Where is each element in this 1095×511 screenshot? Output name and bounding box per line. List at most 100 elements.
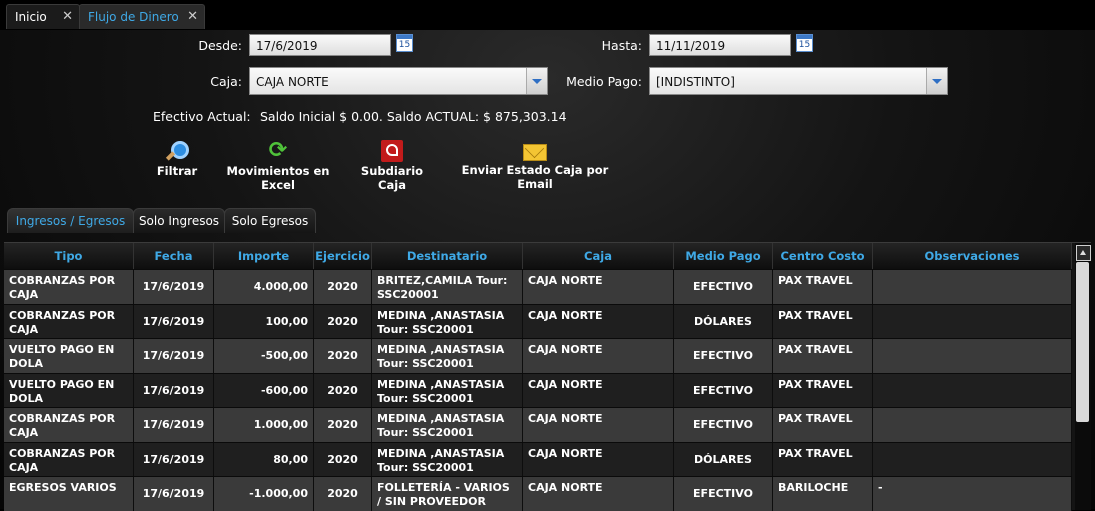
cell-destinatario: FOLLETERÍA - VARIOS / SIN PROVEEDOR DEFI… [372,477,523,511]
table-row[interactable]: COBRANZAS POR CAJA 17/6/2019 1.000,00 2020 M… [4,407,1072,442]
caja-select[interactable]: CAJA NORTE [249,67,548,95]
email-button[interactable]: Enviar Estado Caja por Email [450,140,620,191]
search-icon [166,140,189,162]
table-row[interactable]: COBRANZAS POR CAJA 17/6/2019 80,00 2020 MEDI… [4,441,1072,477]
efectivo-actual-label: Efectivo Actual: [153,109,251,124]
col-caja[interactable]: Caja [523,243,674,269]
vertical-scrollbar[interactable] [1075,243,1091,510]
medio-pago-select-value: [INDISTINTO] [656,75,735,89]
scroll-thumb[interactable] [1076,262,1089,422]
cell-ejercicio: 2020 [314,339,372,373]
table-row[interactable]: VUELTO PAGO EN DOLA 17/6/2019 -600,00 2020 M… [4,372,1072,408]
calendar-icon[interactable]: 15 [796,34,813,52]
cell-medio: EFECTIVO [674,477,773,511]
cell-caja: CAJA NORTE [523,477,674,511]
cell-tipo: COBRANZAS POR CAJA [4,408,134,442]
cell-importe: -500,00 [214,339,314,373]
medio-pago-label: Medio Pago: [566,74,642,89]
tab-solo-ingresos[interactable]: Solo Ingresos [133,208,225,233]
cell-centro: PAX TRAVEL [773,270,873,304]
close-icon[interactable]: ✕ [62,5,73,29]
tab-inicio[interactable]: Inicio ✕ [6,4,80,29]
col-fecha[interactable]: Fecha [134,243,214,269]
cell-ejercicio: 2020 [314,477,372,511]
cell-destinatario: MEDINA ,ANASTASIA Tour: SSC20001 [372,442,523,477]
cell-centro: PAX TRAVEL [773,442,873,477]
col-destinatario[interactable]: Destinatario [372,243,523,269]
cell-medio: DÓLARES [674,304,773,339]
cell-caja: CAJA NORTE [523,408,674,442]
movements-table: Tipo Fecha Importe Ejercicio Destinatari… [4,242,1091,511]
cell-destinatario: MEDINA ,ANASTASIA Tour: SSC20001 [372,339,523,373]
cell-ejercicio: 2020 [314,408,372,442]
caja-label: Caja: [210,74,242,89]
cell-fecha: 17/6/2019 [134,339,214,373]
calendar-icon[interactable]: 15 [396,34,413,52]
cell-destinatario: MEDINA ,ANASTASIA Tour: SSC20001 [372,408,523,442]
col-centro-costo[interactable]: Centro Costo [773,243,873,269]
cell-destinatario: MEDINA ,ANASTASIA Tour: SSC20001 [372,373,523,408]
tab-flujo-de-dinero[interactable]: Flujo de Dinero ✕ [79,4,205,29]
mail-icon [523,144,547,161]
cell-fecha: 17/6/2019 [134,442,214,477]
cell-importe: 80,00 [214,442,314,477]
cell-obs [873,442,1072,477]
cell-medio: EFECTIVO [674,339,773,373]
table-row[interactable]: COBRANZAS POR CAJA 17/6/2019 100,00 2020 MED… [4,303,1072,339]
cell-fecha: 17/6/2019 [134,373,214,408]
cell-centro: BARILOCHE [773,477,873,511]
subdiario-label: Subdiario Caja [360,164,424,192]
pdf-icon [381,140,403,162]
hasta-label: Hasta: [601,38,642,53]
cell-caja: CAJA NORTE [523,442,674,477]
cell-obs [873,339,1072,373]
cell-fecha: 17/6/2019 [134,270,214,304]
col-ejercicio[interactable]: Ejercicio [314,243,372,269]
col-medio-pago[interactable]: Medio Pago [674,243,773,269]
tab-solo-egresos[interactable]: Solo Egresos [224,208,316,233]
refresh-icon: ⟳ [268,138,288,163]
excel-button[interactable]: ⟳ Movimientos en Excel [214,138,342,193]
tab-ingresos-egresos[interactable]: Ingresos / Egresos [7,208,134,233]
cell-importe: -600,00 [214,373,314,408]
hasta-date-input[interactable]: 11/11/2019 [649,34,791,56]
table-row[interactable]: COBRANZAS POR CAJA 17/6/2019 4.000,00 2020 B… [4,269,1072,304]
cell-fecha: 17/6/2019 [134,477,214,511]
cell-fecha: 17/6/2019 [134,408,214,442]
scroll-up-icon[interactable] [1076,245,1091,261]
cell-ejercicio: 2020 [314,304,372,339]
medio-pago-select[interactable]: [INDISTINTO] [649,67,948,95]
close-icon[interactable]: ✕ [187,5,198,29]
cell-medio: EFECTIVO [674,408,773,442]
tab-inicio-label: Inicio [15,10,47,24]
subdiario-button[interactable]: Subdiario Caja [346,140,438,192]
col-observaciones[interactable]: Observaciones [873,243,1072,269]
cell-obs [873,270,1072,304]
col-tipo[interactable]: Tipo [4,243,134,269]
table-row[interactable]: EGRESOS VARIOS 17/6/2019 -1.000,00 2020 FOLL… [4,476,1072,511]
cell-obs [873,408,1072,442]
table-header: Tipo Fecha Importe Ejercicio Destinatari… [4,243,1072,269]
chevron-down-icon[interactable] [526,68,547,94]
cell-ejercicio: 2020 [314,270,372,304]
chevron-down-icon[interactable] [926,68,947,94]
filtrar-button[interactable]: Filtrar [150,140,204,178]
table-row[interactable]: VUELTO PAGO EN DOLA 17/6/2019 -500,00 2020 M… [4,338,1072,373]
filtrar-label: Filtrar [156,164,198,178]
cell-importe: 4.000,00 [214,270,314,304]
cell-tipo: EGRESOS VARIOS [4,477,134,511]
cell-ejercicio: 2020 [314,373,372,408]
desde-date-input[interactable]: 17/6/2019 [249,34,391,56]
cell-caja: CAJA NORTE [523,304,674,339]
cell-tipo: COBRANZAS POR CAJA [4,270,134,304]
cell-importe: 1.000,00 [214,408,314,442]
excel-label: Movimientos en Excel [226,164,330,192]
cell-centro: PAX TRAVEL [773,373,873,408]
saldo-value: Saldo Inicial $ 0.00. Saldo ACTUAL: $ 87… [260,109,567,124]
caja-select-value: CAJA NORTE [256,75,329,89]
cell-caja: CAJA NORTE [523,373,674,408]
cell-destinatario: BRITEZ,CAMILA Tour: SSC20001 [372,270,523,304]
col-importe[interactable]: Importe [214,243,314,269]
main-panel: Desde: 17/6/2019 15 Hasta: 11/11/2019 15… [0,30,1095,511]
cell-importe: -1.000,00 [214,477,314,511]
